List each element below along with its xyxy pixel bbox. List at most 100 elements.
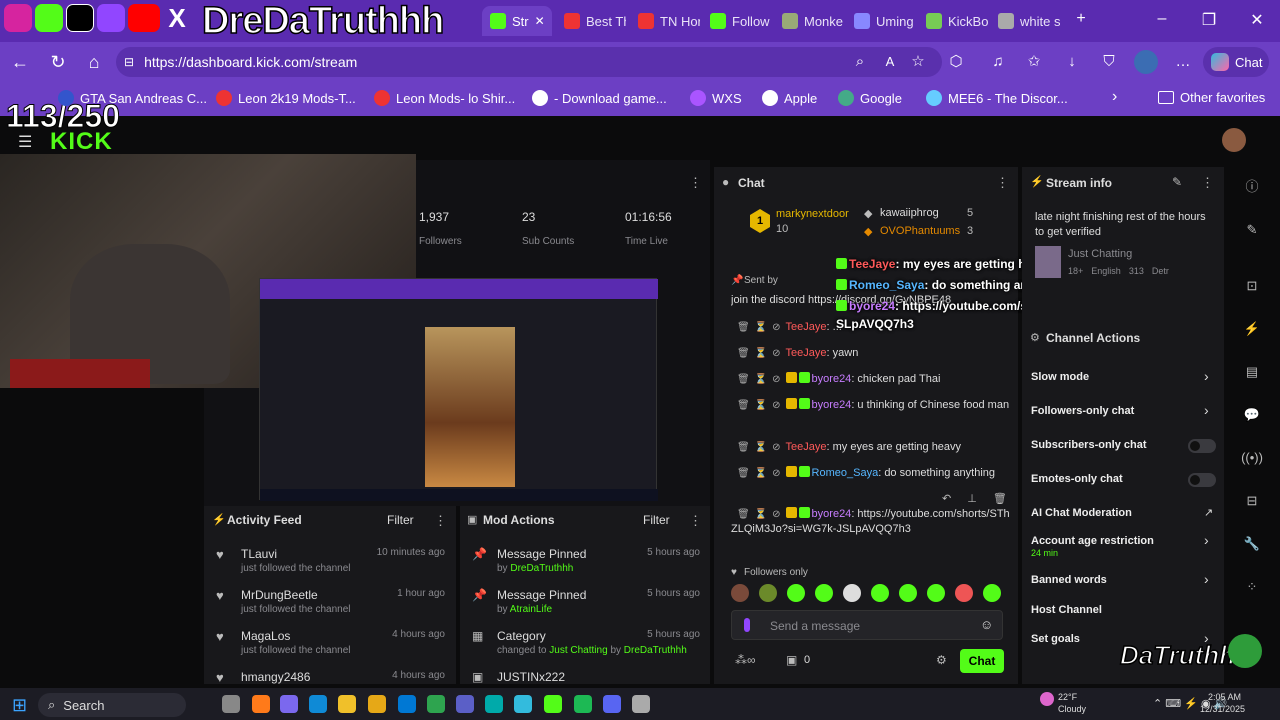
bookmark-1[interactable]: Leon 2k19 Mods-T... — [216, 90, 356, 106]
tab-6[interactable]: KickBo — [918, 6, 988, 36]
emote-icon[interactable] — [927, 584, 945, 602]
chat-message[interactable]: 🗑 ⏳ ⊘ TeeJaye: yawn — [731, 346, 1011, 361]
emoji-icon[interactable]: ☺ — [980, 617, 993, 632]
message-input[interactable]: Send a message ☺ — [731, 610, 1003, 640]
timeout-icon[interactable]: ⏳ — [755, 348, 767, 359]
kick-logo[interactable]: KICK — [50, 128, 113, 156]
taskbar-app-icon[interactable] — [485, 695, 503, 713]
pencil-rail-icon[interactable]: ✎ — [1240, 218, 1264, 242]
bookmark-2[interactable]: Leon Mods- lo Shir... — [374, 90, 515, 106]
chat-message[interactable]: 🗑 ⏳ ⊘ byore24: u thinking of Chinese food m… — [731, 398, 1011, 413]
channel-action-0[interactable]: Slow mode — [1031, 371, 1089, 383]
channel-action-1[interactable]: Followers-only chat — [1031, 405, 1134, 417]
copilot-chat-button[interactable]: Chat — [1203, 47, 1269, 77]
tab-5[interactable]: Uming — [846, 6, 916, 36]
close-window-button[interactable]: ✕ — [1247, 10, 1267, 30]
feed-username[interactable]: MagaLos — [241, 629, 290, 643]
bookmarks-more-chevron-icon[interactable]: › — [1112, 88, 1117, 106]
category-link[interactable]: Just Chatting — [549, 645, 607, 656]
taskbar-app-icon[interactable] — [338, 695, 356, 713]
bookmark-0[interactable]: GTA San Andreas C... — [58, 90, 207, 106]
emote-icon[interactable] — [955, 584, 973, 602]
channel-action-3[interactable]: Emotes-only chat — [1031, 473, 1123, 485]
bolt-rail-icon[interactable]: ⚡ — [1240, 317, 1264, 341]
chevron-right-icon[interactable]: › — [1204, 630, 1209, 646]
mod-filter-button[interactable]: Filter — [643, 513, 670, 527]
support-bubble-button[interactable] — [1228, 634, 1262, 668]
chat-settings-icon[interactable]: ⚙ — [936, 653, 947, 667]
chat-menu-icon[interactable]: ⋮ — [996, 175, 1009, 191]
delete-icon[interactable]: 🗑 — [737, 468, 750, 479]
chevron-right-icon[interactable]: › — [1204, 532, 1209, 548]
emote-icon[interactable] — [871, 584, 889, 602]
info-icon[interactable]: ⓘ — [1240, 175, 1264, 199]
user-avatar[interactable] — [1222, 128, 1246, 152]
emote-icon[interactable] — [983, 584, 1001, 602]
timeout-icon[interactable]: ⏳ — [755, 322, 767, 333]
users-icon[interactable]: ⁂∞ — [735, 653, 756, 667]
ban-icon[interactable]: ⊘ — [772, 442, 780, 453]
bookmark-3[interactable]: - Download game... — [532, 90, 667, 106]
ban-icon[interactable]: ⊘ — [772, 468, 780, 479]
zoom-icon[interactable]: ⌕ — [848, 50, 872, 74]
activity-menu-icon[interactable]: ⋮ — [434, 513, 447, 529]
chat-username[interactable]: byore24 — [812, 373, 852, 385]
bookmark-7[interactable]: MEE6 - The Discor... — [926, 90, 1068, 106]
feed-username[interactable]: TLauvi — [241, 547, 277, 561]
taskbar-app-icon[interactable] — [398, 695, 416, 713]
emote-icon[interactable] — [899, 584, 917, 602]
apps-rail-icon[interactable]: ⁘ — [1240, 575, 1264, 599]
chevron-right-icon[interactable]: › — [1204, 402, 1209, 418]
tab-7[interactable]: white s — [990, 6, 1060, 36]
taskbar-app-icon[interactable] — [427, 695, 445, 713]
chat-username[interactable]: TeeJaye — [786, 441, 827, 453]
tab-3[interactable]: Follow — [702, 6, 772, 36]
emote-icon[interactable] — [815, 584, 833, 602]
favorites-icon[interactable]: ✩ — [1022, 50, 1046, 74]
feed-username[interactable]: hmangy2486 — [241, 670, 310, 684]
taskbar-app-icon[interactable] — [632, 695, 650, 713]
more-menu-icon[interactable]: … — [1171, 50, 1195, 74]
taskbar-app-icon[interactable] — [368, 695, 386, 713]
windows-start-icon[interactable]: ⊞ — [12, 695, 27, 716]
chat-username[interactable]: Romeo_Saya — [812, 467, 879, 479]
site-info-icon[interactable]: ⊟ — [124, 55, 134, 69]
chat-message[interactable]: 🗑 ⏳ ⊘ TeeJaye: ... — [731, 320, 1011, 335]
chat-message[interactable]: 🗑 ⏳ ⊘ TeeJaye: my eyes are getting heavy — [731, 440, 1011, 455]
extensions-icon[interactable]: ⬡ — [944, 50, 968, 74]
chat-message[interactable]: 🗑 ⏳ ⊘ Romeo_Saya: do something anything — [731, 466, 1011, 481]
taskbar-app-icon[interactable] — [514, 695, 532, 713]
ban-icon[interactable]: ⊘ — [772, 509, 780, 520]
taskbar-app-icon[interactable] — [603, 695, 621, 713]
restore-button[interactable]: ❐ — [1199, 10, 1219, 30]
tab-close-icon[interactable]: ✕ — [535, 14, 545, 28]
mod-user-link[interactable]: DreDaTruthhh — [510, 563, 573, 574]
mod-user-link[interactable]: AtrainLife — [510, 604, 552, 615]
favorite-star-icon[interactable]: ☆ — [906, 50, 930, 74]
channel-action-6[interactable]: Banned words — [1031, 574, 1107, 586]
profile-avatar[interactable] — [1134, 50, 1158, 74]
timeout-icon[interactable]: ⏳ — [755, 374, 767, 385]
timeout-icon[interactable]: ⏳ — [755, 468, 767, 479]
downloads-icon[interactable]: ↓ — [1060, 50, 1084, 74]
emote-icon[interactable] — [759, 584, 777, 602]
broadcast-rail-icon[interactable]: ((•)) — [1240, 446, 1264, 470]
wrench-rail-icon[interactable]: 🔧 — [1240, 532, 1264, 556]
chat-username[interactable]: TeeJaye — [786, 347, 827, 359]
ban-icon[interactable]: ⊘ — [772, 374, 780, 385]
toggle-switch[interactable] — [1188, 439, 1216, 453]
edit-pencil-icon[interactable]: ✎ — [1172, 175, 1182, 189]
delete-icon[interactable]: 🗑 — [737, 322, 750, 333]
taskbar-app-icon[interactable] — [252, 695, 270, 713]
media-icon[interactable]: ♫ — [986, 50, 1010, 74]
tab-4[interactable]: Monke — [774, 6, 844, 36]
stats-menu-icon[interactable]: ⋮ — [689, 175, 702, 191]
tab-2[interactable]: TN Hor — [630, 6, 700, 36]
taskbar-search[interactable]: ⌕ Search — [38, 693, 186, 717]
tab-0[interactable]: Str ✕ — [482, 6, 552, 36]
mod-menu-icon[interactable]: ⋮ — [689, 513, 702, 529]
taskbar-app-icon[interactable] — [456, 695, 474, 713]
taskbar-app-icon[interactable] — [574, 695, 592, 713]
timeout-icon[interactable]: ⏳ — [755, 400, 767, 411]
ban-icon[interactable]: ⊘ — [772, 400, 780, 411]
